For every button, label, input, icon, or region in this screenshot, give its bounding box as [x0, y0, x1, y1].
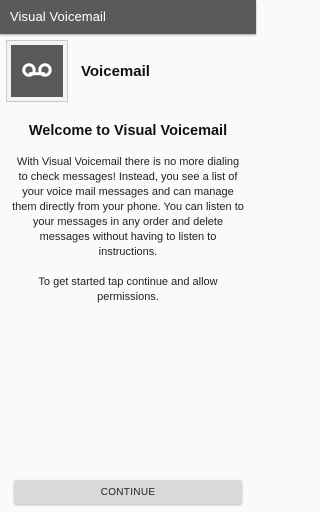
description-paragraph: With Visual Voicemail there is no more d… [12, 156, 244, 258]
app-bar-title: Visual Voicemail [10, 9, 107, 24]
description: With Visual Voicemail there is no more d… [12, 155, 244, 320]
app-header: Voicemail [0, 40, 256, 106]
app-bar: Visual Voicemail [0, 0, 256, 34]
welcome-heading: Welcome to Visual Voicemail [28, 123, 228, 139]
permissions-paragraph: To get started tap continue and allow pe… [38, 276, 218, 303]
app-icon-frame [6, 40, 68, 102]
voicemail-icon [11, 45, 63, 97]
voicemail-glyph-icon [22, 63, 52, 77]
continue-button[interactable]: CONTINUE [14, 480, 242, 504]
header-title: Voicemail [81, 63, 150, 80]
